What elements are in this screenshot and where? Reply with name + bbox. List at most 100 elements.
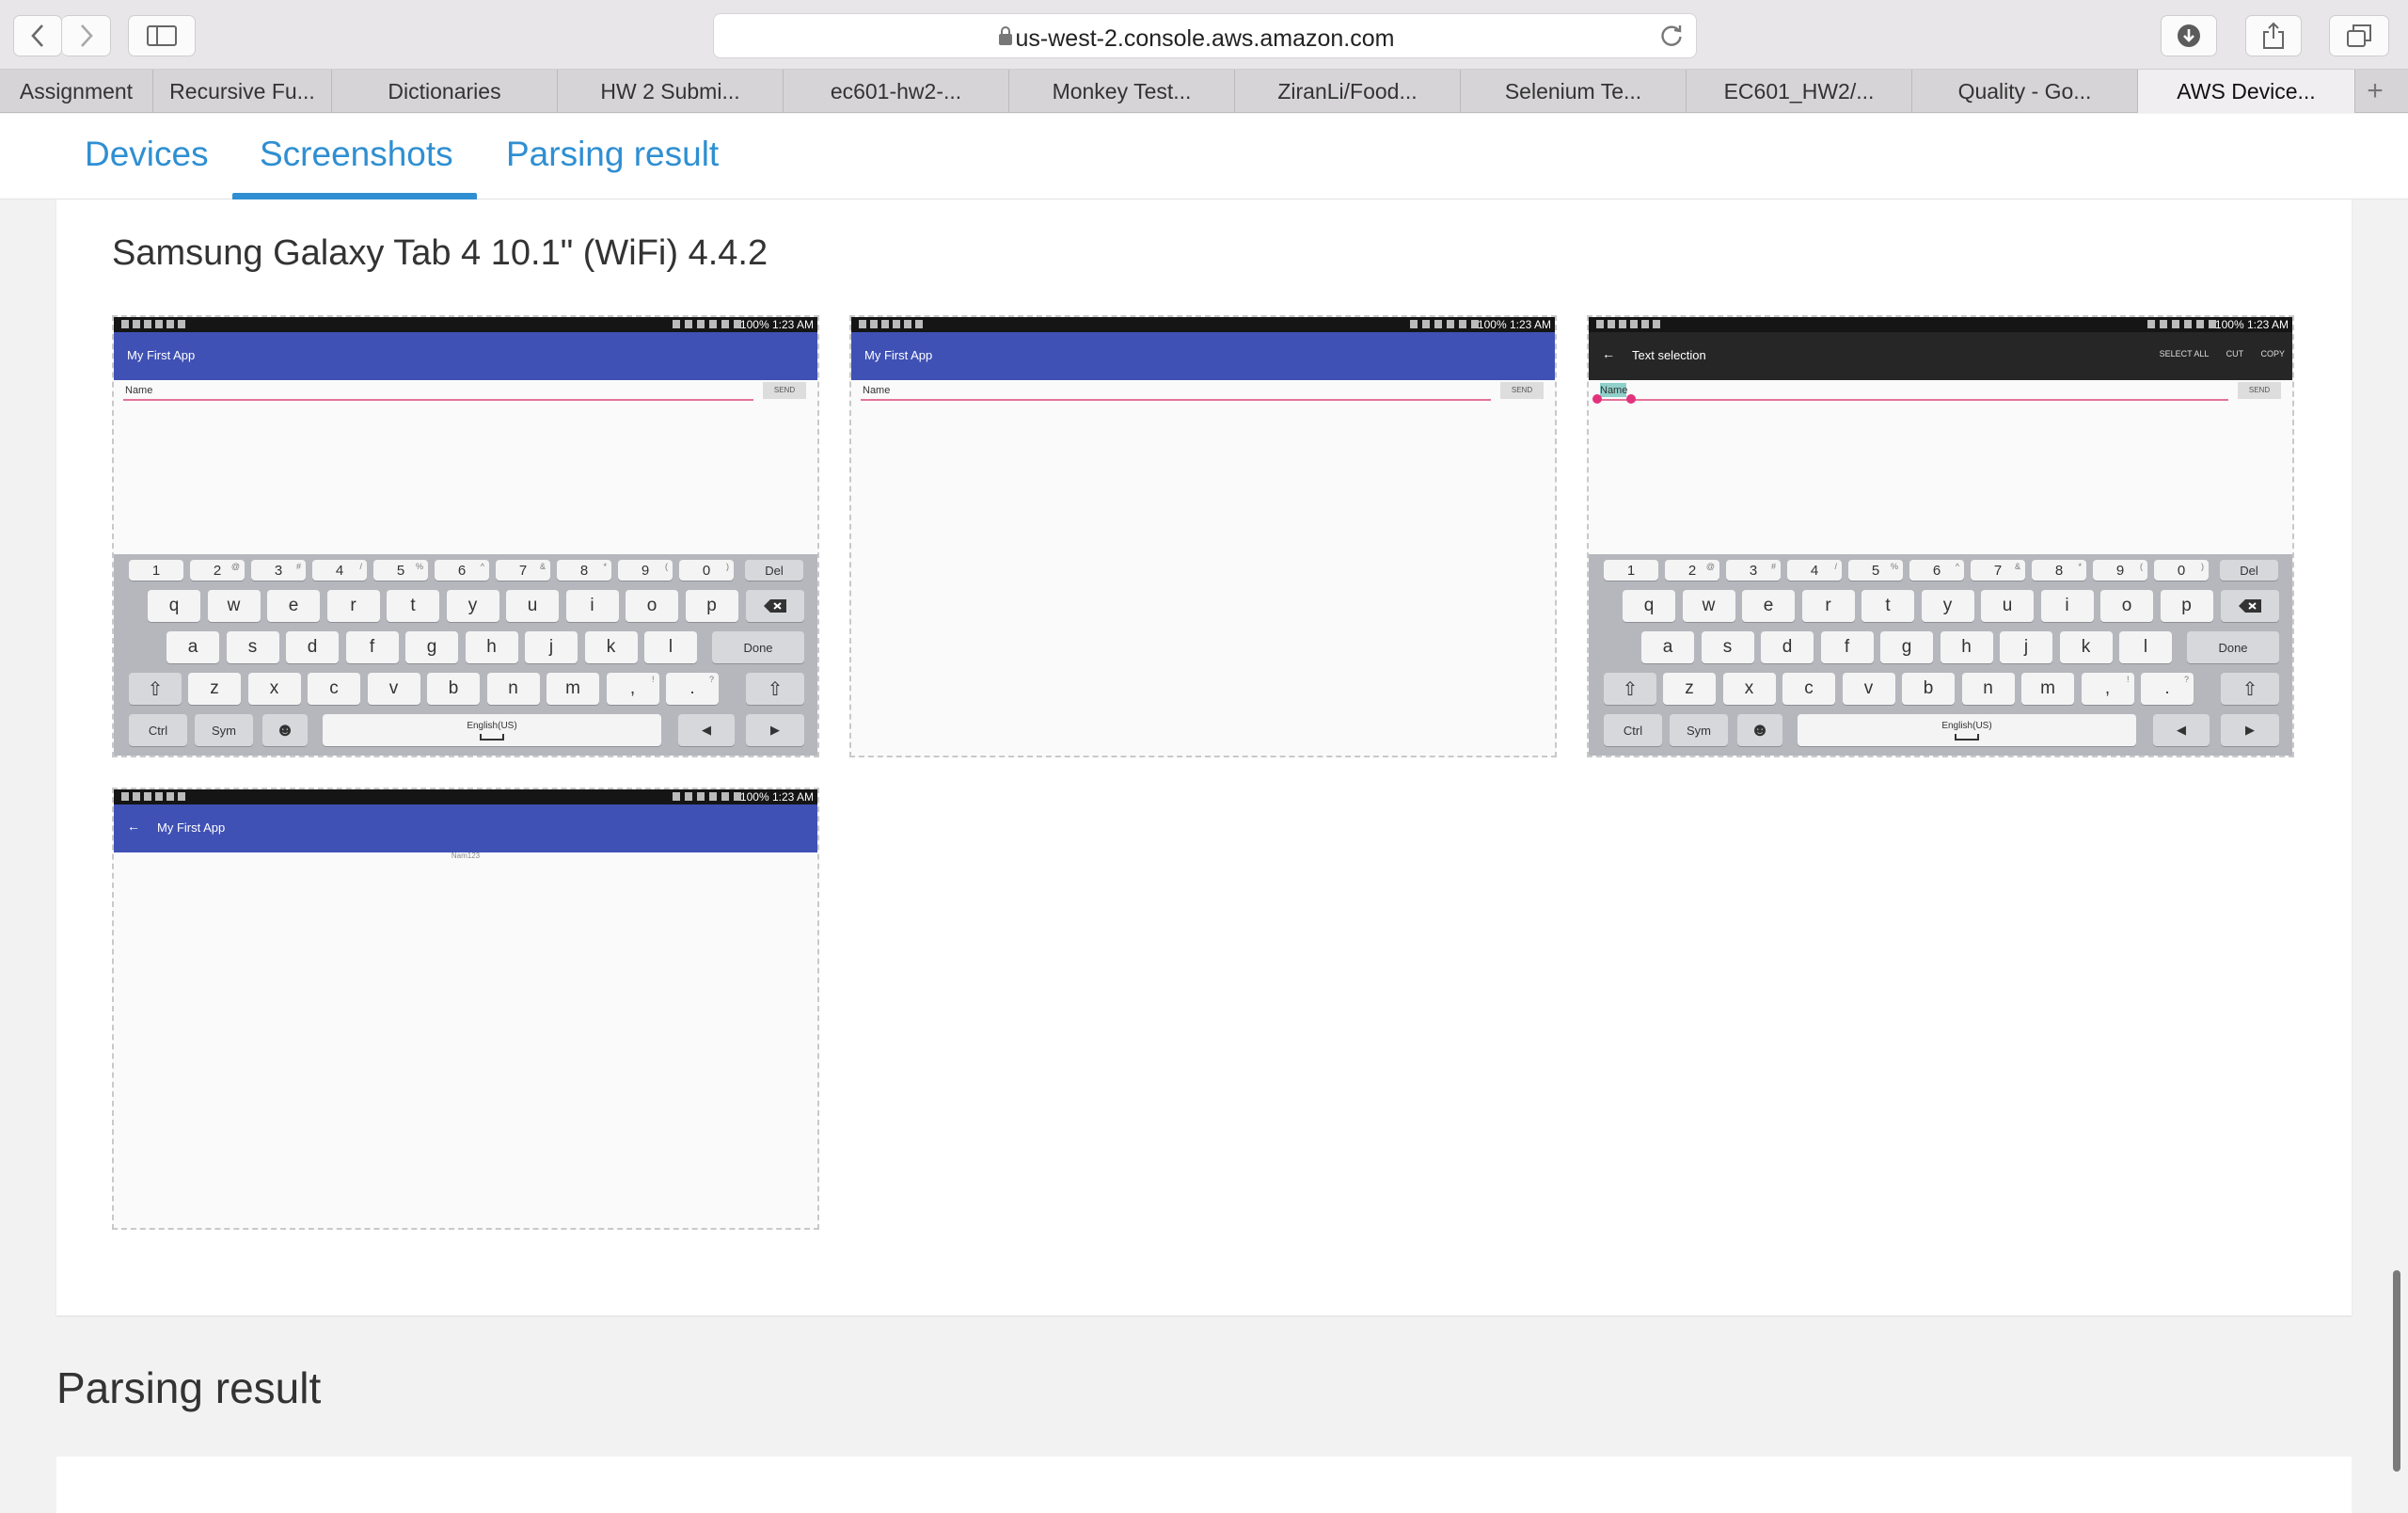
letter-key: j [525, 631, 578, 663]
key-label: 5 [396, 562, 405, 579]
screenshot-thumbnail-4[interactable]: 100% 1:23 AM ← My First App Nam123 [112, 788, 819, 1230]
arrow-left-icon: ← [127, 819, 140, 834]
letter-key: w [1682, 590, 1735, 622]
device-status-bar: 100% 1:23 AM [114, 317, 817, 332]
key-label: y [1942, 596, 1953, 615]
address-bar[interactable]: us-west-2.console.aws.amazon.com [713, 13, 1697, 58]
key-label: q [168, 596, 180, 615]
key-label: b [448, 678, 459, 698]
downloads-button[interactable] [2161, 15, 2217, 56]
reload-icon[interactable] [1658, 23, 1685, 54]
sym-key: Sym [195, 714, 253, 746]
letter-key: r [326, 590, 380, 622]
screenshot-thumbnail-3[interactable]: 100% 1:23 AM ← Text selection SELECT ALL… [1587, 315, 2294, 757]
key-label: English(US) [467, 720, 517, 731]
letter-key: g [405, 631, 458, 663]
done-key: Done [2187, 631, 2279, 663]
browser-tab[interactable]: HW 2 Submi... [558, 70, 784, 113]
browser-tab[interactable]: Quality - Go... [1912, 70, 2138, 113]
key-label: r [1825, 596, 1831, 615]
send-button: SEND [1500, 382, 1544, 399]
browser-tab[interactable]: Recursive Fu... [153, 70, 332, 113]
new-tab-plus-icon[interactable]: + [2355, 70, 2395, 113]
sidebar-toggle-button[interactable] [128, 15, 196, 56]
letter-key: z [1663, 673, 1716, 705]
letter-key: f [345, 631, 399, 663]
forward-button[interactable] [62, 15, 111, 56]
number-key: 6 ^ [1909, 560, 1964, 581]
clock-text: 1:23 AM [1509, 318, 1551, 331]
arrow-left-icon: ◀ [2153, 714, 2210, 746]
key-label: 3 [1749, 562, 1758, 579]
backspace-icon [746, 590, 804, 622]
tabs-icon [2347, 24, 2371, 47]
back-button[interactable] [13, 15, 62, 56]
screenshot-thumbnail-1[interactable]: 100% 1:23 AM My First App Name SEND 1 2 @3… [112, 315, 819, 757]
chevron-left-icon [31, 24, 43, 47]
browser-tab[interactable]: ec601-hw2-... [784, 70, 1009, 113]
key-label: m [2040, 678, 2055, 698]
browser-tab[interactable]: EC601_HW2/... [1687, 70, 1912, 113]
key-label: z [210, 678, 219, 698]
input-underline [123, 399, 753, 401]
key-label: 1 [1626, 562, 1636, 579]
letter-key: h [465, 631, 518, 663]
letter-key: .? [666, 673, 719, 705]
key-label: e [288, 596, 299, 615]
message-text: Nam123 [451, 852, 481, 860]
battery-text: 100% [1477, 318, 1507, 331]
letter-key: c [1782, 673, 1835, 705]
letter-key: o [2100, 590, 2153, 622]
tab-screenshots[interactable]: Screenshots [260, 135, 453, 174]
browser-tab[interactable]: AWS Device... [2138, 70, 2355, 113]
browser-tab[interactable]: Selenium Te... [1461, 70, 1687, 113]
screenshot-thumbnail-2[interactable]: 100% 1:23 AM My First App Name SEND [849, 315, 1557, 757]
letter-key: z [188, 673, 241, 705]
browser-tab[interactable]: Assignment [0, 70, 153, 113]
letter-key: w [207, 590, 261, 622]
tab-devices[interactable]: Devices [85, 135, 209, 174]
key-label: 7 [1993, 562, 2003, 579]
key-label: u [527, 596, 538, 615]
key-label: z [1685, 678, 1694, 698]
key-label: g [426, 637, 437, 657]
letter-key: k [2059, 631, 2113, 663]
key-label: 4 [1810, 562, 1819, 579]
letter-key: t [1861, 590, 1914, 622]
number-key: 2 @ [190, 560, 245, 581]
letter-key: s [1701, 631, 1754, 663]
key-label: l [2143, 637, 2148, 657]
soft-keyboard: 1 2 @3 #4/5% 6 ^ 7 & 8 * 9(0) Del q w e r t y u i o p a s d f g h j k… [114, 554, 817, 756]
letter-key: y [1921, 590, 1974, 622]
system-icons [2147, 320, 2221, 328]
key-alt-label: & [539, 562, 546, 571]
key-alt-label: / [359, 562, 362, 571]
clock-text: 1:23 AM [771, 790, 814, 804]
key-alt-label: ^ [1955, 562, 1959, 571]
ctrl-key: Ctrl [1604, 714, 1662, 746]
key-label: n [1983, 678, 1993, 698]
number-key: 4/ [312, 560, 367, 581]
tab-parsing-result[interactable]: Parsing result [506, 135, 719, 174]
scrollbar-thumb[interactable] [2393, 1270, 2400, 1472]
key-label: d [1782, 637, 1793, 657]
app-bar: My First App [851, 332, 1555, 380]
letter-key: q [1623, 590, 1675, 622]
notification-icons [121, 792, 187, 801]
browser-toolbar: us-west-2.console.aws.amazon.com [0, 0, 2408, 70]
system-icons [673, 320, 746, 328]
shift-icon: ⇧ [2221, 673, 2279, 705]
key-label: i [590, 596, 594, 615]
app-title: My First App [157, 820, 226, 835]
browser-tab[interactable]: ZiranLi/Food... [1235, 70, 1461, 113]
key-label: Sym [1687, 723, 1711, 738]
letter-key: p [2160, 590, 2213, 622]
key-label: s [1722, 637, 1733, 657]
key-alt-label: % [415, 562, 423, 571]
share-button[interactable] [2245, 15, 2302, 56]
tab-overview-button[interactable] [2329, 15, 2389, 56]
letter-key: d [1761, 631, 1814, 663]
browser-tab[interactable]: Monkey Test... [1009, 70, 1235, 113]
key-label: 3 [274, 562, 283, 579]
browser-tab[interactable]: Dictionaries [332, 70, 558, 113]
